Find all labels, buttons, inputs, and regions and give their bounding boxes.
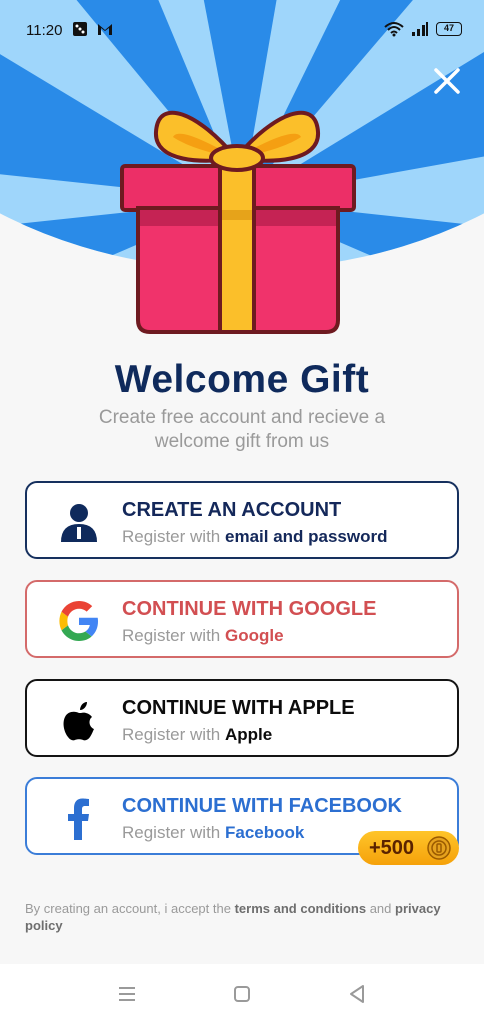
battery-icon: 47 bbox=[436, 22, 462, 36]
back-icon[interactable] bbox=[345, 982, 369, 1006]
button-title: CREATE AN ACCOUNT bbox=[122, 499, 342, 521]
button-title: CONTINUE WITH APPLE bbox=[122, 697, 355, 719]
reward-badge: +500 bbox=[358, 831, 459, 865]
status-time: 11:20 bbox=[26, 22, 63, 39]
gmail-icon bbox=[98, 24, 112, 35]
coin-icon bbox=[427, 836, 451, 860]
google-signin-button[interactable]: CONTINUE WITH GOOGLE Register with Googl… bbox=[25, 580, 459, 658]
create-account-button[interactable]: CREATE AN ACCOUNT Register with email an… bbox=[25, 481, 459, 559]
button-title: CONTINUE WITH GOOGLE bbox=[122, 598, 377, 620]
button-subtitle: Register with Google bbox=[122, 626, 284, 645]
menu-icon[interactable] bbox=[115, 982, 139, 1006]
button-subtitle: Register with Apple bbox=[122, 725, 273, 744]
close-icon[interactable] bbox=[430, 64, 464, 98]
hero-banner: 11:20 47 bbox=[0, 0, 484, 350]
page-title: Welcome Gift bbox=[114, 358, 370, 401]
terms-link[interactable]: terms and conditions bbox=[235, 901, 366, 916]
signal-icon bbox=[412, 22, 428, 36]
home-icon[interactable] bbox=[230, 982, 254, 1006]
apple-signin-button[interactable]: CONTINUE WITH APPLE Register with Apple bbox=[25, 679, 459, 757]
system-nav-bar bbox=[0, 964, 484, 1024]
terms-text: By creating an account, i accept the ter… bbox=[25, 901, 441, 933]
status-bar: 11:20 47 bbox=[0, 0, 484, 60]
person-icon bbox=[61, 504, 97, 542]
page-subtitle: Create free account and recieve a welcom… bbox=[98, 407, 386, 452]
gift-box-illustration bbox=[120, 110, 356, 334]
reward-amount: +500 bbox=[369, 837, 415, 859]
google-icon bbox=[59, 601, 98, 641]
facebook-icon bbox=[68, 798, 89, 840]
button-title: CONTINUE WITH FACEBOOK bbox=[122, 795, 402, 817]
button-subtitle: Register with Facebook bbox=[122, 823, 305, 842]
wifi-icon bbox=[384, 22, 404, 37]
apple-icon bbox=[63, 702, 94, 741]
dice-icon bbox=[73, 22, 87, 36]
button-subtitle: Register with email and password bbox=[122, 527, 388, 546]
